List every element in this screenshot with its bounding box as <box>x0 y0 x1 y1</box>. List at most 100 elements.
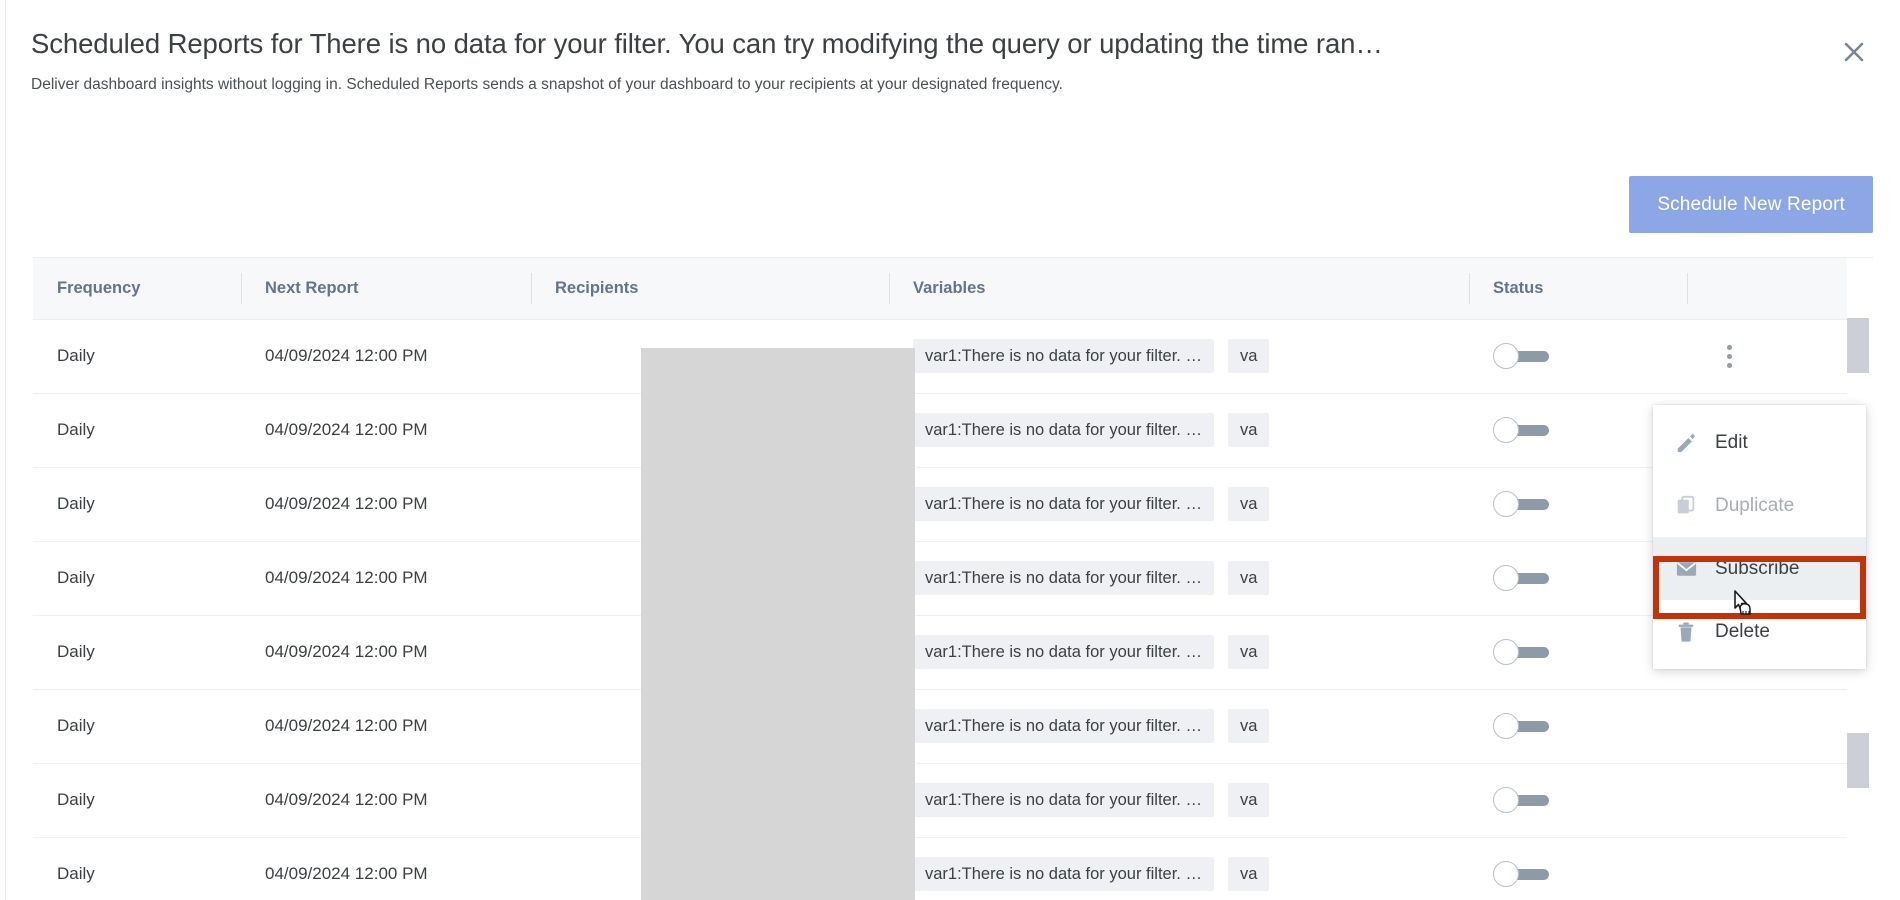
context-menu-item-label: Delete <box>1715 621 1770 643</box>
variable-chip[interactable]: var1:There is no data for your filter. … <box>913 487 1214 521</box>
toggle-knob <box>1493 639 1519 665</box>
cell-variables: var1:There is no data for your filter. …… <box>889 837 1469 900</box>
copy-icon <box>1675 495 1709 517</box>
cell-actions <box>1687 837 1847 900</box>
status-toggle[interactable] <box>1493 787 1549 813</box>
cell-status <box>1469 837 1687 900</box>
variable-chip[interactable]: va <box>1228 487 1269 521</box>
toggle-knob <box>1493 417 1519 443</box>
toggle-knob <box>1493 491 1519 517</box>
row-actions-kebab-icon[interactable] <box>1711 338 1747 374</box>
schedule-new-report-button[interactable]: Schedule New Report <box>1629 176 1873 233</box>
table-row[interactable]: Daily04/09/2024 12:00 PM var1:There is no… <box>33 763 1847 837</box>
column-header-variables[interactable]: Variables <box>889 258 1469 319</box>
table-row[interactable]: Daily04/09/2024 12:00 PM var1:There is no… <box>33 393 1847 467</box>
scheduled-reports-table-container: Frequency Next Report Recipients Variabl… <box>33 257 1873 900</box>
scrollbar-thumb[interactable] <box>1847 318 1869 373</box>
cell-variables: var1:There is no data for your filter. …… <box>889 393 1469 467</box>
toggle-knob <box>1493 565 1519 591</box>
variable-chip[interactable]: va <box>1228 339 1269 373</box>
context-menu-item-delete[interactable]: Delete <box>1653 600 1866 663</box>
cell-actions <box>1687 689 1847 763</box>
column-header-next-report[interactable]: Next Report <box>241 258 531 319</box>
cell-next-report: 04/09/2024 12:00 PM <box>241 615 531 689</box>
context-menu-item-subscribe[interactable]: Subscribe <box>1653 537 1866 600</box>
context-menu-item-label: Duplicate <box>1715 495 1794 517</box>
cell-next-report: 04/09/2024 12:00 PM <box>241 689 531 763</box>
close-icon[interactable] <box>1834 32 1874 72</box>
cell-next-report: 04/09/2024 12:00 PM <box>241 763 531 837</box>
variable-chip[interactable]: var1:There is no data for your filter. … <box>913 783 1214 817</box>
scheduled-reports-table: Frequency Next Report Recipients Variabl… <box>33 258 1847 900</box>
table-header: Frequency Next Report Recipients Variabl… <box>33 258 1847 319</box>
variable-chip[interactable]: va <box>1228 635 1269 669</box>
cell-variables: var1:There is no data for your filter. …… <box>889 541 1469 615</box>
context-menu-item-duplicate: Duplicate <box>1653 474 1866 537</box>
cell-frequency: Daily <box>33 467 241 541</box>
cell-frequency: Daily <box>33 319 241 393</box>
cell-next-report: 04/09/2024 12:00 PM <box>241 541 531 615</box>
variable-chip[interactable]: va <box>1228 709 1269 743</box>
cell-frequency: Daily <box>33 689 241 763</box>
column-header-recipients[interactable]: Recipients <box>531 258 889 319</box>
cell-actions <box>1687 319 1847 393</box>
scheduled-reports-dialog: Scheduled Reports for There is no data f… <box>5 0 1900 900</box>
dialog-subtitle: Deliver dashboard insights without loggi… <box>31 75 1870 95</box>
variable-chip[interactable]: va <box>1228 561 1269 595</box>
variable-chip[interactable]: var1:There is no data for your filter. … <box>913 413 1214 447</box>
cell-variables: var1:There is no data for your filter. …… <box>889 763 1469 837</box>
envelope-icon <box>1675 557 1709 580</box>
cell-status <box>1469 689 1687 763</box>
cell-frequency: Daily <box>33 615 241 689</box>
cell-frequency: Daily <box>33 393 241 467</box>
variable-chip[interactable]: var1:There is no data for your filter. … <box>913 561 1214 595</box>
cell-variables: var1:There is no data for your filter. …… <box>889 615 1469 689</box>
variable-chip[interactable]: var1:There is no data for your filter. … <box>913 857 1214 891</box>
table-row[interactable]: Daily04/09/2024 12:00 PM var1:There is no… <box>33 541 1847 615</box>
table-row[interactable]: Daily04/09/2024 12:00 PM var1:There is no… <box>33 615 1847 689</box>
status-toggle[interactable] <box>1493 713 1549 739</box>
cell-variables: var1:There is no data for your filter. …… <box>889 467 1469 541</box>
cell-status <box>1469 319 1687 393</box>
column-header-status[interactable]: Status <box>1469 258 1687 319</box>
cell-next-report: 04/09/2024 12:00 PM <box>241 393 531 467</box>
table-header-row: Frequency Next Report Recipients Variabl… <box>33 258 1847 319</box>
status-toggle[interactable] <box>1493 861 1549 887</box>
status-toggle[interactable] <box>1493 639 1549 665</box>
column-header-actions <box>1687 258 1847 319</box>
context-menu-item-label: Edit <box>1715 432 1748 454</box>
status-toggle[interactable] <box>1493 565 1549 591</box>
page-title: Scheduled Reports for There is no data f… <box>31 26 1811 62</box>
variable-chip[interactable]: va <box>1228 783 1269 817</box>
cell-next-report: 04/09/2024 12:00 PM <box>241 467 531 541</box>
trash-icon <box>1675 621 1709 643</box>
table-row[interactable]: Daily04/09/2024 12:00 PM var1:There is no… <box>33 319 1847 393</box>
status-toggle[interactable] <box>1493 491 1549 517</box>
context-menu-item-label: Subscribe <box>1715 558 1800 580</box>
table-row[interactable]: Daily04/09/2024 12:00 PM var1:There is no… <box>33 689 1847 763</box>
table-row[interactable]: Daily04/09/2024 12:00 PMvar1:There is no… <box>33 837 1847 900</box>
cell-next-report: 04/09/2024 12:00 PM <box>241 319 531 393</box>
context-menu-item-edit[interactable]: Edit <box>1653 411 1866 474</box>
column-header-frequency[interactable]: Frequency <box>33 258 241 319</box>
toggle-knob <box>1493 787 1519 813</box>
cell-variables: var1:There is no data for your filter. …… <box>889 319 1469 393</box>
dialog-header: Scheduled Reports for There is no data f… <box>6 0 1900 140</box>
cell-status <box>1469 763 1687 837</box>
table-body: Daily04/09/2024 12:00 PMvar1:There is no… <box>33 319 1847 900</box>
variable-chip[interactable]: va <box>1228 857 1269 891</box>
cell-frequency: Daily <box>33 763 241 837</box>
toggle-knob <box>1493 343 1519 369</box>
variable-chip[interactable]: var1:There is no data for your filter. … <box>913 709 1214 743</box>
variable-chip[interactable]: var1:There is no data for your filter. … <box>913 635 1214 669</box>
table-row[interactable]: Daily04/09/2024 12:00 PM var1:There is no… <box>33 467 1847 541</box>
action-bar: Schedule New Report <box>6 140 1900 228</box>
scrollbar-thumb-secondary[interactable] <box>1847 733 1869 788</box>
variable-chip[interactable]: var1:There is no data for your filter. … <box>913 339 1214 373</box>
variable-chip[interactable]: va <box>1228 413 1269 447</box>
status-toggle[interactable] <box>1493 343 1549 369</box>
status-toggle[interactable] <box>1493 417 1549 443</box>
row-actions-context-menu: Edit Duplicate Subscribe Delete <box>1653 405 1866 669</box>
pencil-icon <box>1675 432 1709 454</box>
cell-frequency: Daily <box>33 541 241 615</box>
